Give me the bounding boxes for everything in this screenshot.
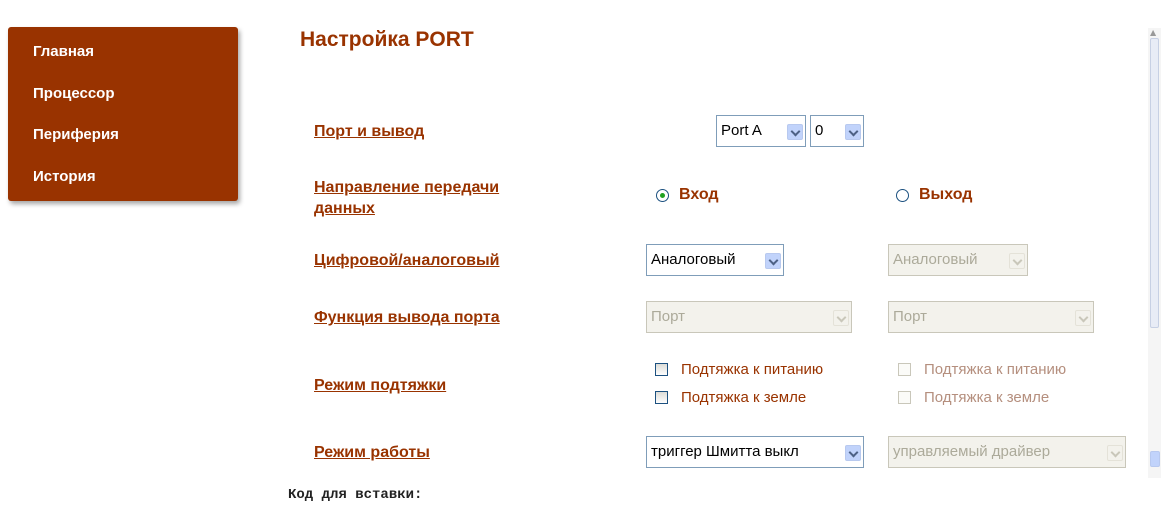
radio-checked-icon[interactable] xyxy=(656,188,669,202)
chevron-down-icon xyxy=(765,253,781,269)
direction-input-radio[interactable]: Вход xyxy=(656,186,719,204)
port-function-select-b: Порт xyxy=(888,301,1094,333)
digital-analog-select[interactable]: Аналоговый xyxy=(646,244,784,276)
port-select-value: Port A xyxy=(721,122,762,139)
pull-up-checkbox[interactable]: Подтяжка к питанию xyxy=(655,361,823,378)
direction-input-label: Вход xyxy=(679,186,719,203)
direction-label-line1: Направление передачи xyxy=(314,179,500,196)
chevron-down-icon xyxy=(845,445,861,461)
digital-analog-value: Аналоговый xyxy=(651,251,736,268)
port-function-value-b: Порт xyxy=(893,308,928,325)
pin-select[interactable]: 0 xyxy=(810,115,864,147)
page-title: Настройка PORT xyxy=(300,28,474,51)
pull-down-checkbox[interactable]: Подтяжка к земле xyxy=(655,389,806,406)
work-mode-select[interactable]: триггер Шмитта выкл xyxy=(646,436,864,468)
pull-down-label-b: Подтяжка к земле xyxy=(924,389,1050,406)
chevron-down-icon xyxy=(787,124,803,140)
direction-label-line2: данных xyxy=(314,200,375,217)
port-function-value: Порт xyxy=(651,308,686,325)
chevron-down-icon xyxy=(1075,310,1091,326)
work-mode-label[interactable]: Режим работы xyxy=(314,442,430,463)
pull-up-label: Подтяжка к питанию xyxy=(681,361,824,378)
chevron-down-icon xyxy=(1107,445,1123,461)
chevron-down-icon xyxy=(833,310,849,326)
direction-output-label: Выход xyxy=(919,186,973,203)
checkbox-icon xyxy=(898,363,911,376)
port-function-label[interactable]: Функция вывода порта xyxy=(314,307,500,328)
digital-analog-label[interactable]: Цифровой/аналоговый xyxy=(314,250,500,271)
pin-select-value: 0 xyxy=(815,122,824,139)
scroll-down-icon[interactable] xyxy=(1150,451,1160,467)
port-output-label[interactable]: Порт и вывод xyxy=(314,121,424,142)
nav-item-history[interactable]: История xyxy=(33,168,96,185)
port-function-select: Порт xyxy=(646,301,852,333)
work-mode-value: триггер Шмитта выкл xyxy=(651,443,799,460)
chevron-down-icon xyxy=(1009,253,1025,269)
pull-up-checkbox-b: Подтяжка к питанию xyxy=(898,361,1066,378)
nav-item-processor[interactable]: Процессор xyxy=(33,85,114,102)
checkbox-icon[interactable] xyxy=(655,391,668,404)
direction-label[interactable]: Направление передачи данных xyxy=(314,177,499,219)
scrollbar-thumb[interactable] xyxy=(1150,38,1159,328)
code-label: Код для вставки: xyxy=(288,487,423,503)
nav-item-home[interactable]: Главная xyxy=(33,43,94,60)
pull-down-checkbox-b: Подтяжка к земле xyxy=(898,389,1049,406)
chevron-down-icon xyxy=(845,124,861,140)
work-mode-value-b: управляемый драйвер xyxy=(893,443,1051,460)
checkbox-icon[interactable] xyxy=(655,363,668,376)
pull-down-label: Подтяжка к земле xyxy=(681,389,807,406)
port-select[interactable]: Port A xyxy=(716,115,806,147)
scroll-up-icon[interactable]: ▲ xyxy=(1150,28,1160,37)
digital-analog-select-b: Аналоговый xyxy=(888,244,1028,276)
pull-up-label-b: Подтяжка к питанию xyxy=(924,361,1067,378)
main-nav: Главная Процессор Периферия История xyxy=(8,27,238,201)
work-mode-select-b: управляемый драйвер xyxy=(888,436,1126,468)
checkbox-icon xyxy=(898,391,911,404)
digital-analog-value-b: Аналоговый xyxy=(893,251,978,268)
radio-unchecked-icon[interactable] xyxy=(896,188,909,202)
nav-item-peripherals[interactable]: Периферия xyxy=(33,126,119,143)
direction-output-radio[interactable]: Выход xyxy=(896,186,972,204)
pull-mode-label[interactable]: Режим подтяжки xyxy=(314,375,446,396)
